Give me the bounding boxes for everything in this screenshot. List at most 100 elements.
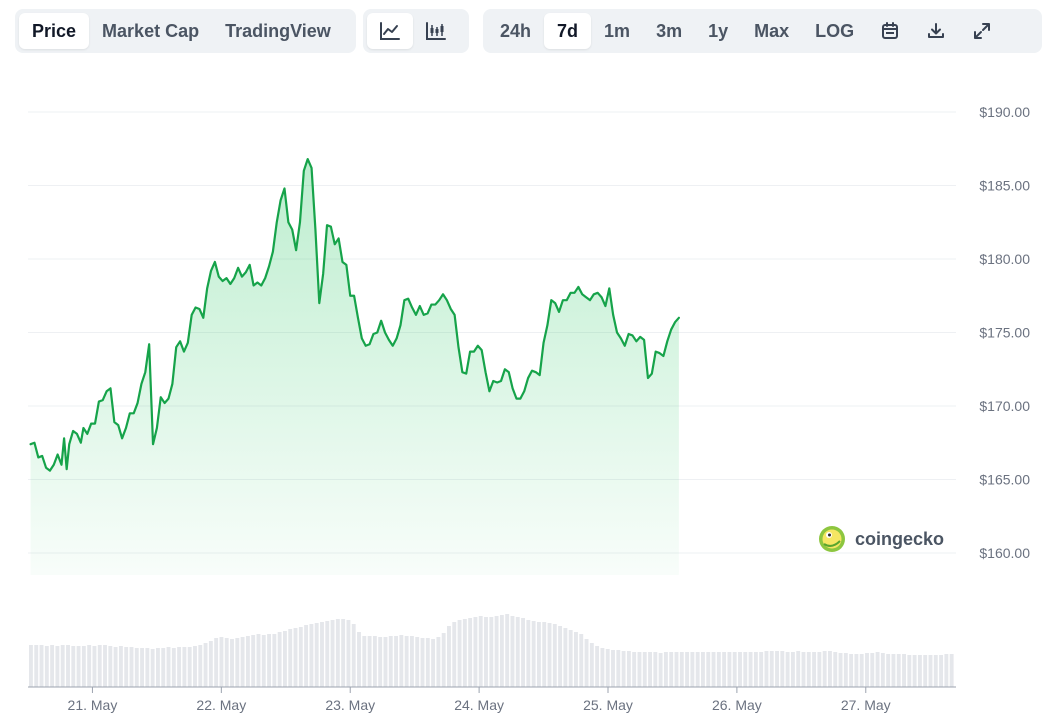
volume-bar — [764, 651, 769, 687]
volume-bar — [521, 618, 525, 687]
volume-bar — [29, 645, 33, 687]
volume-bar — [748, 652, 753, 687]
x-tick-label: 24. May — [454, 697, 504, 713]
volume-bar — [447, 626, 451, 687]
volume-bar — [526, 620, 531, 687]
volume-bar — [912, 655, 917, 687]
volume-bar — [415, 637, 420, 687]
x-tick-label: 21. May — [68, 697, 118, 713]
volume-bar — [552, 624, 557, 687]
volume-bar — [235, 638, 240, 687]
volume-bar — [134, 648, 139, 687]
volume-bar — [875, 652, 880, 687]
volume-bar — [531, 621, 536, 687]
volume-bar — [949, 654, 954, 687]
volume-bar — [288, 629, 293, 687]
volume-bar — [611, 650, 615, 687]
volume-bar — [219, 637, 224, 687]
volume-bar — [695, 652, 700, 687]
volume-bar — [579, 634, 584, 687]
x-tick-label: 22. May — [196, 697, 246, 713]
volume-bar — [923, 655, 928, 687]
volume-bar — [621, 651, 626, 687]
volume-bar — [44, 646, 49, 687]
volume-bar — [399, 635, 404, 687]
volume-bar — [928, 655, 933, 687]
volume-bar — [679, 652, 684, 687]
volume-bar — [574, 632, 578, 687]
volume-bar — [203, 643, 208, 687]
volume-bar — [309, 624, 314, 687]
volume-bars — [29, 614, 954, 687]
volume-bar — [589, 643, 594, 687]
volume-bar — [214, 638, 219, 687]
volume-bar — [378, 637, 383, 687]
volume-bar — [769, 651, 774, 687]
volume-bar — [129, 647, 134, 687]
volume-bar — [558, 626, 563, 687]
volume-bar — [563, 628, 568, 687]
volume-bar — [293, 628, 298, 687]
volume-bar — [939, 655, 944, 687]
volume-bar — [341, 619, 346, 687]
volume-bar — [198, 645, 203, 687]
volume-bar — [637, 652, 642, 687]
volume-bar — [812, 652, 817, 687]
volume-bar — [833, 652, 838, 687]
volume-bar — [224, 638, 229, 687]
volume-bar — [304, 625, 309, 687]
volume-bar — [394, 636, 398, 687]
volume-bar — [785, 652, 790, 687]
volume-bar — [663, 652, 668, 687]
volume-bar — [759, 652, 764, 687]
volume-bar — [690, 652, 695, 687]
volume-bar — [346, 620, 351, 687]
volume-bar — [711, 652, 716, 687]
volume-bar — [780, 651, 785, 687]
volume-bar — [425, 638, 430, 687]
volume-bar — [886, 654, 891, 687]
volume-bar — [600, 648, 605, 687]
volume-bar — [499, 615, 504, 687]
y-tick-label: $175.00 — [979, 325, 1030, 341]
volume-bar — [854, 654, 859, 687]
volume-bar — [685, 652, 690, 687]
volume-bar — [674, 652, 679, 687]
volume-bar — [39, 645, 44, 687]
x-axis-labels: 21. May 22. May 23. May 24. May 25. May 26. M… — [68, 687, 891, 713]
volume-bar — [335, 619, 340, 687]
volume-bar — [653, 652, 658, 687]
coingecko-watermark: coingecko — [819, 526, 944, 552]
volume-bar — [272, 634, 277, 687]
volume-bar — [658, 653, 663, 687]
volume-bar — [738, 652, 742, 687]
x-tick-label: 23. May — [325, 697, 375, 713]
volume-bar — [473, 617, 478, 687]
volume-bar — [431, 639, 436, 687]
volume-bar — [330, 620, 335, 687]
volume-bar — [515, 617, 520, 687]
volume-bar — [484, 617, 488, 687]
volume-bar — [817, 652, 822, 687]
volume-bar — [536, 622, 541, 687]
volume-bar — [775, 651, 779, 687]
volume-bar — [240, 637, 245, 687]
volume-bar — [933, 655, 938, 687]
volume-bar — [722, 652, 727, 687]
volume-bar — [743, 652, 748, 687]
y-tick-label: $160.00 — [979, 545, 1030, 561]
volume-bar — [896, 654, 901, 687]
volume-bar — [452, 622, 457, 687]
price-chart: $160.00 $165.00 $170.00 $175.00 $180.00 $185.… — [28, 104, 1030, 713]
volume-bar — [404, 636, 409, 687]
volume-bar — [753, 652, 758, 687]
volume-bar — [441, 633, 446, 687]
volume-bar — [261, 635, 266, 687]
volume-bar — [372, 636, 377, 687]
volume-bar — [865, 653, 869, 687]
volume-bar — [626, 651, 631, 687]
volume-bar — [362, 636, 367, 687]
y-tick-label: $170.00 — [979, 398, 1030, 414]
volume-bar — [325, 621, 330, 687]
volume-bar — [870, 653, 875, 687]
